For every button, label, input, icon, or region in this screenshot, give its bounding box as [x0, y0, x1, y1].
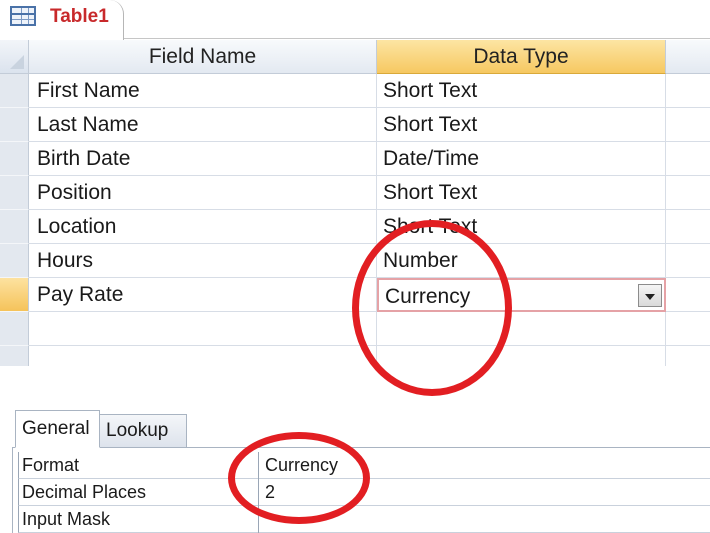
property-row-input-mask[interactable]: Input Mask: [18, 506, 710, 533]
field-name-cell[interactable]: Last Name: [29, 108, 377, 142]
row-selector[interactable]: [0, 312, 29, 346]
description-cell[interactable]: [666, 346, 710, 366]
description-cell[interactable]: [666, 108, 710, 142]
field-name-cell[interactable]: Birth Date: [29, 142, 377, 176]
document-tab-table1[interactable]: Table1: [0, 0, 124, 40]
input-mask-field[interactable]: [259, 506, 710, 533]
properties-grid: Format Currency Decimal Places 2 Input M…: [12, 447, 710, 533]
row-selector[interactable]: [0, 244, 29, 278]
decimal-places-field[interactable]: 2: [259, 479, 710, 506]
field-name-cell[interactable]: Position: [29, 176, 377, 210]
tab-lookup[interactable]: Lookup: [99, 414, 187, 448]
field-name-cell[interactable]: Pay Rate: [29, 278, 377, 312]
data-type-cell[interactable]: [377, 346, 666, 366]
data-type-cell[interactable]: Short Text: [377, 108, 666, 142]
data-type-column-header[interactable]: Data Type: [377, 40, 666, 74]
table-row-empty[interactable]: [0, 346, 710, 366]
row-selector[interactable]: [0, 176, 29, 210]
property-row-format[interactable]: Format Currency: [18, 452, 710, 479]
field-properties-pane: General Lookup Format Currency Decimal P…: [12, 410, 710, 533]
field-name-cell[interactable]: Location: [29, 210, 377, 244]
data-type-cell[interactable]: Short Text: [377, 210, 666, 244]
data-type-cell[interactable]: [377, 312, 666, 346]
row-selector[interactable]: [0, 210, 29, 244]
property-row-decimal-places[interactable]: Decimal Places 2: [18, 479, 710, 506]
field-name-column-header[interactable]: Field Name: [29, 40, 377, 74]
property-label: Input Mask: [19, 506, 259, 533]
description-cell[interactable]: [666, 74, 710, 108]
row-selector-active[interactable]: [0, 278, 29, 312]
document-tab-title: Table1: [50, 6, 109, 27]
description-cell[interactable]: [666, 312, 710, 346]
table-row[interactable]: Birth Date Date/Time: [0, 142, 710, 176]
table-row-empty[interactable]: [0, 312, 710, 346]
table-row-active[interactable]: Pay Rate Currency: [0, 278, 710, 312]
table-row[interactable]: First Name Short Text: [0, 74, 710, 108]
tab-strip-border: [120, 38, 710, 39]
table-row[interactable]: Position Short Text: [0, 176, 710, 210]
field-name-cell[interactable]: Hours: [29, 244, 377, 278]
data-type-cell[interactable]: Short Text: [377, 176, 666, 210]
description-cell[interactable]: [666, 244, 710, 278]
tab-general[interactable]: General: [15, 410, 100, 448]
property-label: Format: [19, 452, 259, 479]
data-type-cell[interactable]: Number: [377, 244, 666, 278]
description-column-header[interactable]: [666, 40, 710, 74]
table-row[interactable]: Hours Number: [0, 244, 710, 278]
row-selector[interactable]: [0, 74, 29, 108]
document-tab-strip: Table1: [0, 0, 710, 40]
description-cell[interactable]: [666, 176, 710, 210]
description-cell[interactable]: [666, 278, 710, 312]
row-selector[interactable]: [0, 346, 29, 366]
row-selector[interactable]: [0, 108, 29, 142]
field-name-cell[interactable]: [29, 312, 377, 346]
data-type-cell[interactable]: Date/Time: [377, 142, 666, 176]
description-cell[interactable]: [666, 142, 710, 176]
table-icon: [10, 6, 36, 26]
field-name-cell[interactable]: [29, 346, 377, 366]
field-name-cell[interactable]: First Name: [29, 74, 377, 108]
format-field[interactable]: Currency: [259, 452, 710, 479]
table-row[interactable]: Location Short Text: [0, 210, 710, 244]
data-type-select-value: Currency: [385, 285, 471, 308]
description-cell[interactable]: [666, 210, 710, 244]
data-type-select[interactable]: Currency: [377, 278, 666, 312]
property-label: Decimal Places: [19, 479, 259, 506]
grid-header-row: Field Name Data Type: [0, 40, 710, 74]
select-all-corner[interactable]: [0, 40, 29, 74]
table-row[interactable]: Last Name Short Text: [0, 108, 710, 142]
row-selector[interactable]: [0, 142, 29, 176]
data-type-cell[interactable]: Short Text: [377, 74, 666, 108]
chevron-down-icon[interactable]: [638, 284, 662, 307]
